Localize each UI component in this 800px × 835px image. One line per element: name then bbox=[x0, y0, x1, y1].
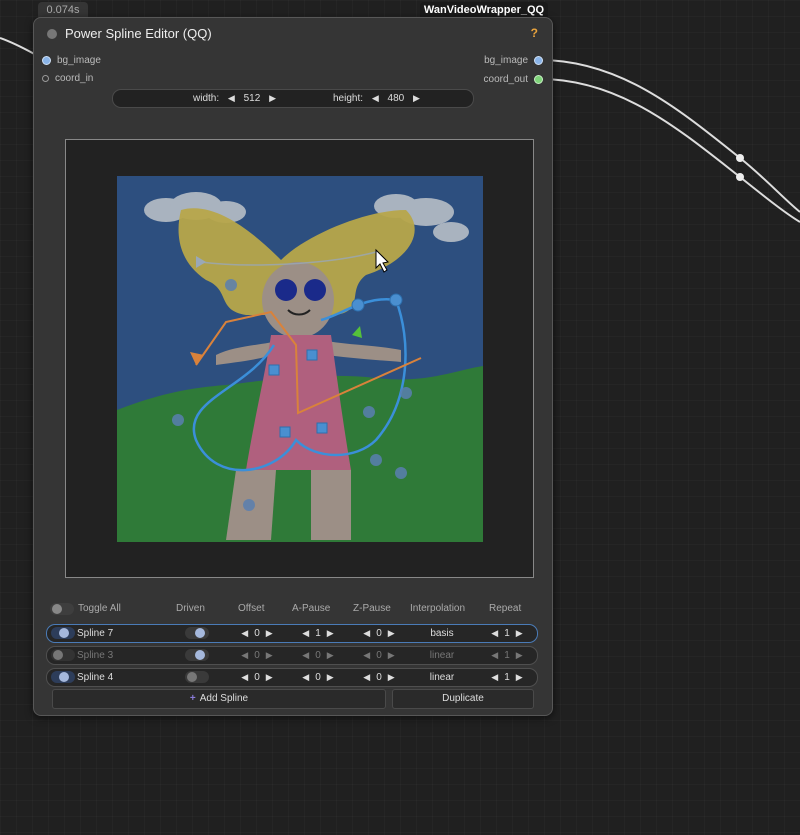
toggle-all-label: Toggle All bbox=[78, 603, 121, 614]
a-pause-increment-icon[interactable]: ▶ bbox=[327, 672, 334, 682]
repeat-decrement-icon[interactable]: ◀ bbox=[491, 672, 498, 682]
repeat-increment-icon[interactable]: ▶ bbox=[516, 672, 523, 682]
spline-enable-toggle[interactable] bbox=[51, 649, 75, 661]
header-driven: Driven bbox=[176, 603, 205, 614]
header-offset: Offset bbox=[238, 603, 265, 614]
input-slot-bg-image[interactable]: bg_image bbox=[42, 54, 101, 68]
offset-control[interactable]: ◀ 0 ▶ bbox=[227, 647, 287, 664]
header-z-pause: Z-Pause bbox=[353, 603, 391, 614]
offset-increment-icon[interactable]: ▶ bbox=[266, 672, 273, 682]
spline-enable-toggle[interactable] bbox=[51, 671, 75, 683]
a-pause-increment-icon[interactable]: ▶ bbox=[327, 628, 334, 638]
repeat-control[interactable]: ◀ 1 ▶ bbox=[477, 625, 537, 642]
height-label: height: bbox=[333, 93, 364, 104]
offset-decrement-icon[interactable]: ◀ bbox=[241, 650, 248, 660]
spline-row[interactable]: Spline 3 ◀ 0 ▶ ◀ 0 ▶ ◀ 0 ▶ linear ◀ 1 ▶ bbox=[46, 646, 538, 665]
output-slot-coord-out[interactable]: coord_out bbox=[484, 73, 543, 87]
a-pause-control[interactable]: ◀ 0 ▶ bbox=[288, 647, 348, 664]
add-icon: + bbox=[189, 693, 196, 704]
help-icon[interactable]: ? bbox=[531, 26, 538, 40]
z-pause-decrement-icon[interactable]: ◀ bbox=[363, 650, 370, 660]
width-increment-icon[interactable]: ▶ bbox=[269, 93, 276, 103]
height-value[interactable]: 480 bbox=[388, 93, 405, 104]
z-pause-decrement-icon[interactable]: ◀ bbox=[363, 628, 370, 638]
driven-toggle[interactable] bbox=[185, 671, 209, 683]
background-image bbox=[117, 176, 483, 542]
a-pause-decrement-icon[interactable]: ◀ bbox=[302, 672, 309, 682]
a-pause-control[interactable]: ◀ 0 ▶ bbox=[288, 669, 348, 686]
input-slot-coord-in[interactable]: coord_in bbox=[42, 72, 93, 86]
spline-name[interactable]: Spline 3 bbox=[77, 647, 113, 664]
interpolation-select[interactable]: linear bbox=[412, 669, 472, 686]
offset-increment-icon[interactable]: ▶ bbox=[266, 628, 273, 638]
spline-enable-toggle[interactable] bbox=[51, 627, 75, 639]
interpolation-select[interactable]: linear bbox=[412, 647, 472, 664]
spline-table-header: Toggle All Driven Offset A-Pause Z-Pause… bbox=[46, 600, 540, 618]
driven-toggle[interactable] bbox=[185, 649, 209, 661]
header-a-pause: A-Pause bbox=[292, 603, 331, 614]
dimensions-widget: width: ◀ 512 ▶ height: ◀ 480 ▶ bbox=[112, 89, 474, 108]
node-title: Power Spline Editor (QQ) bbox=[65, 26, 212, 41]
a-pause-decrement-icon[interactable]: ◀ bbox=[302, 628, 309, 638]
output-connector-icon[interactable] bbox=[534, 55, 543, 65]
spline-name[interactable]: Spline 4 bbox=[77, 669, 113, 686]
repeat-increment-icon[interactable]: ▶ bbox=[516, 650, 523, 660]
output-slot-bg-image[interactable]: bg_image bbox=[484, 54, 543, 68]
power-spline-editor-node[interactable]: Power Spline Editor (QQ) ? bg_image coor… bbox=[33, 17, 553, 716]
height-decrement-icon[interactable]: ◀ bbox=[372, 93, 379, 103]
spline-row[interactable]: Spline 7 ◀ 0 ▶ ◀ 1 ▶ ◀ 0 ▶ basis ◀ 1 ▶ bbox=[46, 624, 538, 643]
a-pause-decrement-icon[interactable]: ◀ bbox=[302, 650, 309, 660]
spline-name[interactable]: Spline 7 bbox=[77, 625, 113, 642]
width-widget[interactable]: width: ◀ 512 ▶ bbox=[193, 90, 282, 107]
repeat-decrement-icon[interactable]: ◀ bbox=[491, 650, 498, 660]
z-pause-control[interactable]: ◀ 0 ▶ bbox=[349, 647, 409, 664]
z-pause-control[interactable]: ◀ 0 ▶ bbox=[349, 625, 409, 642]
offset-decrement-icon[interactable]: ◀ bbox=[241, 672, 248, 682]
spline-canvas[interactable] bbox=[65, 139, 534, 578]
duplicate-button[interactable]: Duplicate bbox=[392, 689, 534, 709]
header-interpolation: Interpolation bbox=[410, 603, 466, 614]
execution-time-badge: 0.074s bbox=[38, 2, 88, 18]
z-pause-decrement-icon[interactable]: ◀ bbox=[363, 672, 370, 682]
z-pause-increment-icon[interactable]: ▶ bbox=[388, 650, 395, 660]
a-pause-control[interactable]: ◀ 1 ▶ bbox=[288, 625, 348, 642]
interpolation-select[interactable]: basis bbox=[412, 625, 472, 642]
offset-decrement-icon[interactable]: ◀ bbox=[241, 628, 248, 638]
toggle-all-switch[interactable] bbox=[50, 603, 74, 615]
repeat-control[interactable]: ◀ 1 ▶ bbox=[477, 647, 537, 664]
repeat-decrement-icon[interactable]: ◀ bbox=[491, 628, 498, 638]
z-pause-increment-icon[interactable]: ▶ bbox=[388, 672, 395, 682]
repeat-control[interactable]: ◀ 1 ▶ bbox=[477, 669, 537, 686]
repeat-increment-icon[interactable]: ▶ bbox=[516, 628, 523, 638]
offset-control[interactable]: ◀ 0 ▶ bbox=[227, 669, 287, 686]
a-pause-increment-icon[interactable]: ▶ bbox=[327, 650, 334, 660]
spline-row[interactable]: Spline 4 ◀ 0 ▶ ◀ 0 ▶ ◀ 0 ▶ linear ◀ 1 ▶ bbox=[46, 668, 538, 687]
z-pause-increment-icon[interactable]: ▶ bbox=[388, 628, 395, 638]
driven-toggle[interactable] bbox=[185, 627, 209, 639]
output-connector-icon[interactable] bbox=[534, 74, 543, 84]
height-increment-icon[interactable]: ▶ bbox=[413, 93, 420, 103]
input-connector-icon[interactable] bbox=[42, 74, 49, 82]
height-widget[interactable]: height: ◀ 480 ▶ bbox=[333, 90, 426, 107]
input-connector-icon[interactable] bbox=[42, 55, 51, 65]
add-spline-button[interactable]: + Add Spline bbox=[52, 689, 386, 709]
offset-increment-icon[interactable]: ▶ bbox=[266, 650, 273, 660]
width-value[interactable]: 512 bbox=[244, 93, 261, 104]
header-repeat: Repeat bbox=[489, 603, 522, 614]
z-pause-control[interactable]: ◀ 0 ▶ bbox=[349, 669, 409, 686]
offset-control[interactable]: ◀ 0 ▶ bbox=[227, 625, 287, 642]
width-label: width: bbox=[193, 93, 220, 104]
node-collapse-dot[interactable] bbox=[47, 29, 57, 39]
width-decrement-icon[interactable]: ◀ bbox=[228, 93, 235, 103]
